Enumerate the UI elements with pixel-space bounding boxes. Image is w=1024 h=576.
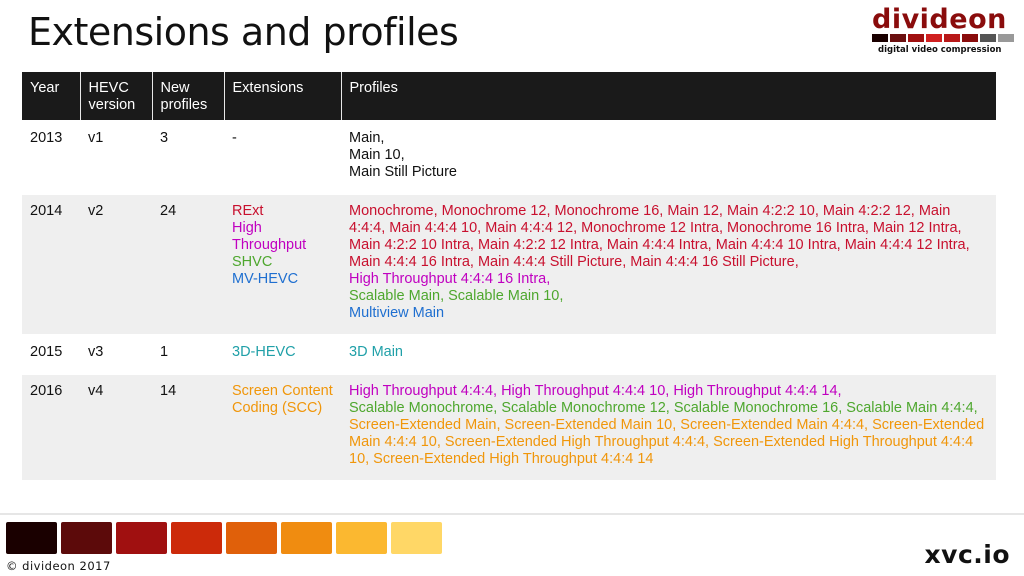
extension-name: RExt [232, 203, 264, 219]
logo-bar [890, 34, 906, 42]
logo-tagline: digital video compression [878, 45, 1002, 55]
cell-extensions: - [224, 121, 341, 194]
profile-list: 3D Main [349, 344, 403, 360]
table-row: 2016 v4 14 Screen Content Coding (SCC) High … [22, 374, 996, 480]
cell-extensions: RExt High Throughput SHVC MV-HEVC [224, 194, 341, 335]
divideon-logo: divideon digital video compression [866, 4, 1016, 56]
footer-divider [0, 513, 1024, 515]
logo-wordmark: divideon [872, 4, 1007, 35]
profile-list: Multiview Main [349, 305, 445, 321]
footer-color-swatches [6, 522, 442, 554]
cell-extensions: 3D-HEVC [224, 335, 341, 374]
profile-list: High Throughput 4:4:4 16 Intra, [349, 271, 551, 287]
logo-bar [872, 34, 888, 42]
logo-bar [980, 34, 996, 42]
cell-profiles: 3D Main [341, 335, 996, 374]
header-hevc-version: HEVC version [80, 72, 153, 121]
cell-hevc-version: v1 [80, 121, 152, 194]
profile-list: High Throughput 4:4:4, High Throughput 4… [349, 383, 842, 399]
extension-name: 3D-HEVC [232, 344, 296, 360]
site-name: xvc.io [924, 540, 1010, 569]
cell-year: 2015 [22, 335, 80, 374]
cell-new-profiles: 14 [152, 374, 224, 480]
color-swatch [171, 522, 222, 554]
color-swatch [6, 522, 57, 554]
extension-name: MV-HEVC [232, 271, 299, 287]
profile-list: Scalable Main, Scalable Main 10, [349, 288, 564, 304]
cell-profiles: Main, Main 10, Main Still Picture [341, 121, 996, 194]
extension-name: - [232, 130, 237, 146]
cell-profiles: Monochrome, Monochrome 12, Monochrome 16… [341, 194, 996, 335]
color-swatch [61, 522, 112, 554]
cell-hevc-version: v2 [80, 194, 152, 335]
color-swatch [226, 522, 277, 554]
color-swatch [116, 522, 167, 554]
cell-year: 2016 [22, 374, 80, 480]
header-new-profiles: New profiles [152, 72, 225, 121]
profile-list: Main 10, [349, 147, 405, 163]
table-row: 2015 v3 1 3D-HEVC 3D Main [22, 335, 996, 374]
cell-hevc-version: v4 [80, 374, 152, 480]
logo-bar [926, 34, 942, 42]
logo-bar [998, 34, 1014, 42]
profile-list: Screen-Extended Main, Screen-Extended Ma… [349, 417, 985, 467]
cell-new-profiles: 1 [152, 335, 224, 374]
profile-list: Monochrome, Monochrome 12, Monochrome 16… [349, 203, 970, 270]
table-row: 2013 v1 3- Main, Main 10, Main Still Picture [22, 121, 996, 194]
table-row: 2014 v2 24 RExt High Throughput SHVC MV-HEVC Mo… [22, 194, 996, 335]
extension-name: Screen Content Coding (SCC) [232, 383, 333, 416]
cell-profiles: High Throughput 4:4:4, High Throughput 4… [341, 374, 996, 480]
extensions-profiles-table: Year HEVC version New profiles Extension… [22, 72, 996, 480]
header-profiles: Profiles [341, 72, 996, 121]
color-swatch [336, 522, 387, 554]
cell-extensions: Screen Content Coding (SCC) [224, 374, 341, 480]
logo-bar [944, 34, 960, 42]
cell-hevc-version: v3 [80, 335, 152, 374]
cell-year: 2013 [22, 121, 80, 194]
color-swatch [281, 522, 332, 554]
logo-color-bars [872, 34, 1014, 42]
table-header-row: Year HEVC version New profiles Extension… [22, 72, 996, 121]
extension-name: High Throughput [232, 220, 307, 253]
logo-bar [908, 34, 924, 42]
header-extensions: Extensions [224, 72, 342, 121]
extension-name: SHVC [232, 254, 273, 270]
profile-list: Scalable Monochrome, Scalable Monochrome… [349, 400, 978, 416]
cell-new-profiles: 3 [152, 121, 224, 194]
header-year: Year [22, 72, 81, 121]
logo-bar [962, 34, 978, 42]
cell-new-profiles: 24 [152, 194, 224, 335]
cell-year: 2014 [22, 194, 80, 335]
profile-list: Main Still Picture [349, 164, 457, 180]
copyright-text: © divideon 2017 [6, 559, 111, 573]
slide-title: Extensions and profiles [28, 10, 459, 54]
color-swatch [391, 522, 442, 554]
profile-list: Main, [349, 130, 385, 146]
